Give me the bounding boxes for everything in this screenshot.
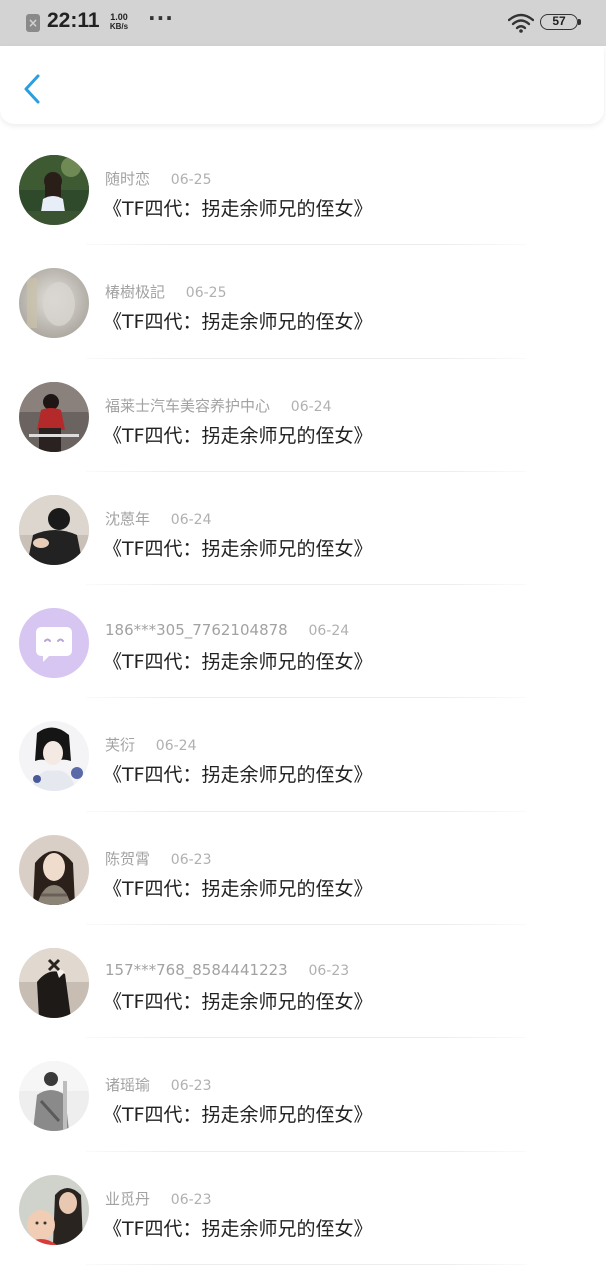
comment-item[interactable]: 186***305_7762104878 06-24 《TF四代：拐走余师兄的侄… bbox=[0, 585, 606, 699]
avatar[interactable] bbox=[19, 1174, 89, 1245]
commenter-name[interactable]: 业觅丹 bbox=[105, 1190, 150, 1208]
back-button[interactable] bbox=[18, 72, 46, 106]
avatar[interactable] bbox=[19, 608, 89, 679]
commenter-name[interactable]: 186***305_7762104878 bbox=[105, 621, 288, 639]
commenter-name[interactable]: 诸瑶瑜 bbox=[105, 1076, 150, 1094]
comment-date: 06-24 bbox=[155, 738, 197, 755]
commenter-name[interactable]: 福莱士汽车美容养护中心 bbox=[105, 397, 270, 415]
comment-meta: 诸瑶瑜 06-23 bbox=[105, 1074, 211, 1095]
comment-date: 06-23 bbox=[170, 851, 212, 868]
comment-text[interactable]: 《TF四代：拐走余师兄的侄女》 bbox=[103, 1100, 373, 1127]
top-nav-bar bbox=[0, 46, 604, 124]
default-avatar-icon bbox=[19, 608, 89, 679]
avatar[interactable] bbox=[19, 155, 89, 225]
comment-date: 06-24 bbox=[308, 623, 350, 640]
avatar[interactable] bbox=[19, 381, 89, 452]
comment-text[interactable]: 《TF四代：拐走余师兄的侄女》 bbox=[103, 987, 373, 1014]
comment-meta: 业觅丹 06-23 bbox=[105, 1188, 211, 1209]
comment-text[interactable]: 《TF四代：拐走余师兄的侄女》 bbox=[103, 534, 373, 561]
commenter-name[interactable]: 陈贺霄 bbox=[105, 850, 150, 868]
network-speed-value: 1.00 bbox=[110, 12, 128, 22]
commenter-name[interactable]: 157***768_8584441223 bbox=[105, 961, 288, 979]
comment-list: 随时恋 06-25 《TF四代：拐走余师兄的侄女》 椿樹极記 06-25 《TF… bbox=[0, 132, 606, 1266]
network-speed: 1.00 KB/s bbox=[106, 12, 132, 32]
comment-date: 06-24 bbox=[170, 511, 212, 528]
comment-text[interactable]: 《TF四代：拐走余师兄的侄女》 bbox=[103, 760, 373, 787]
comment-text[interactable]: 《TF四代：拐走余师兄的侄女》 bbox=[103, 1214, 373, 1241]
comment-date: 06-23 bbox=[308, 963, 350, 980]
comment-item[interactable]: 随时恋 06-25 《TF四代：拐走余师兄的侄女》 bbox=[0, 132, 606, 246]
comment-item[interactable]: 业觅丹 06-23 《TF四代：拐走余师兄的侄女》 bbox=[0, 1152, 606, 1266]
avatar[interactable] bbox=[19, 494, 89, 565]
comment-date: 06-23 bbox=[170, 1078, 212, 1095]
avatar[interactable] bbox=[19, 721, 89, 792]
comment-meta: 椿樹极記 06-25 bbox=[105, 281, 226, 302]
wifi-icon bbox=[508, 13, 534, 33]
comment-meta: 随时恋 06-25 bbox=[105, 168, 211, 189]
avatar[interactable] bbox=[19, 268, 89, 339]
comment-date: 06-25 bbox=[185, 285, 227, 302]
more-notifications-icon: ··· bbox=[148, 6, 174, 30]
comment-text[interactable]: 《TF四代：拐走余师兄的侄女》 bbox=[103, 874, 373, 901]
comment-item[interactable]: 椿樹极記 06-25 《TF四代：拐走余师兄的侄女》 bbox=[0, 245, 606, 359]
battery-icon: 57 bbox=[540, 14, 578, 30]
network-speed-unit: KB/s bbox=[109, 22, 129, 31]
commenter-name[interactable]: 椿樹极記 bbox=[105, 283, 165, 301]
comment-date: 06-23 bbox=[170, 1191, 212, 1208]
comment-item[interactable]: 陈贺霄 06-23 《TF四代：拐走余师兄的侄女》 bbox=[0, 812, 606, 926]
avatar[interactable] bbox=[19, 948, 89, 1019]
commenter-name[interactable]: 沈蒽年 bbox=[105, 510, 150, 528]
comment-date: 06-25 bbox=[170, 172, 212, 188]
comment-date: 06-24 bbox=[290, 398, 332, 415]
comment-meta: 陈贺霄 06-23 bbox=[105, 848, 211, 869]
comment-text[interactable]: 《TF四代：拐走余师兄的侄女》 bbox=[103, 647, 373, 674]
comment-item[interactable]: 沈蒽年 06-24 《TF四代：拐走余师兄的侄女》 bbox=[0, 472, 606, 586]
avatar[interactable] bbox=[19, 1061, 89, 1132]
comment-item[interactable]: 芙衍 06-24 《TF四代：拐走余师兄的侄女》 bbox=[0, 698, 606, 813]
comment-item[interactable]: 福莱士汽车美容养护中心 06-24 《TF四代：拐走余师兄的侄女》 bbox=[0, 359, 606, 473]
commenter-name[interactable]: 芙衍 bbox=[105, 736, 135, 754]
comment-meta: 福莱士汽车美容养护中心 06-24 bbox=[105, 395, 331, 416]
comment-text[interactable]: 《TF四代：拐走余师兄的侄女》 bbox=[103, 421, 373, 448]
comment-meta: 157***768_8584441223 06-23 bbox=[105, 961, 349, 979]
avatar[interactable] bbox=[19, 834, 89, 905]
comment-meta: 186***305_7762104878 06-24 bbox=[105, 621, 349, 639]
comment-text[interactable]: 《TF四代：拐走余师兄的侄女》 bbox=[103, 307, 373, 334]
comment-text[interactable]: 《TF四代：拐走余师兄的侄女》 bbox=[103, 194, 373, 221]
comment-meta: 芙衍 06-24 bbox=[105, 734, 196, 755]
battery-cap bbox=[578, 19, 581, 25]
comment-item[interactable]: 157***768_8584441223 06-23 《TF四代：拐走余师兄的侄… bbox=[0, 925, 606, 1039]
notification-close-icon: × bbox=[26, 14, 40, 32]
status-bar: × 22:11 1.00 KB/s ··· 57 bbox=[0, 0, 606, 46]
status-time: 22:11 bbox=[47, 9, 100, 32]
commenter-name[interactable]: 随时恋 bbox=[105, 170, 150, 188]
comment-item[interactable]: 诸瑶瑜 06-23 《TF四代：拐走余师兄的侄女》 bbox=[0, 1038, 606, 1152]
comment-meta: 沈蒽年 06-24 bbox=[105, 508, 211, 529]
